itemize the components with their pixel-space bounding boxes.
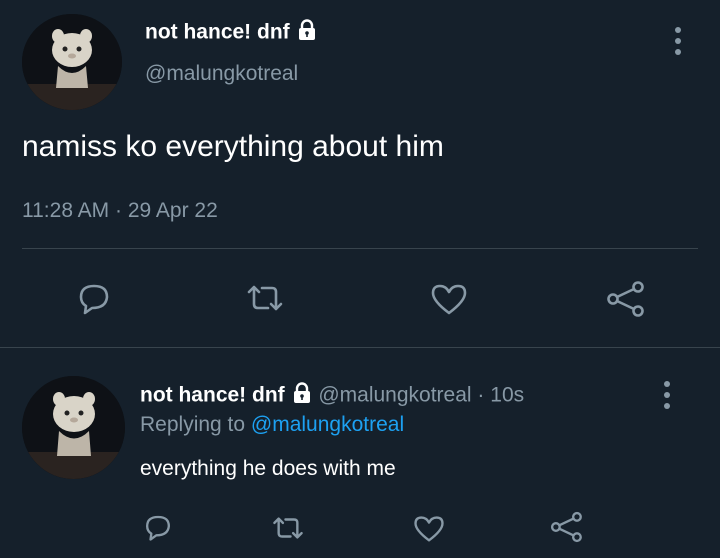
reply-icon[interactable] <box>143 512 173 542</box>
section-divider <box>0 347 720 348</box>
tweet-text: everything he does with me <box>140 457 396 480</box>
share-icon[interactable] <box>549 511 583 543</box>
lock-icon <box>291 382 313 410</box>
lock-icon <box>296 19 318 47</box>
date[interactable]: 29 Apr 22 <box>128 199 218 222</box>
tweet-text: namiss ko everything about him <box>22 130 444 163</box>
more-options-icon[interactable] <box>670 26 686 56</box>
like-icon[interactable] <box>413 514 445 543</box>
replying-to-label: Replying to <box>140 413 246 436</box>
time[interactable]: 11:28 AM <box>22 199 109 222</box>
timestamp[interactable]: 11:28 AM · 29 Apr 22 <box>22 199 218 223</box>
divider <box>22 248 698 249</box>
replying-to-handle[interactable]: @malungkotreal <box>251 413 404 436</box>
like-icon[interactable] <box>430 282 468 316</box>
handle[interactable]: @malungkotreal <box>318 384 471 407</box>
avatar[interactable] <box>22 14 122 110</box>
reply-header: not hance! dnf @malungkotreal · 10s <box>140 382 524 410</box>
share-icon[interactable] <box>605 280 645 318</box>
handle[interactable]: @malungkotreal <box>145 62 298 86</box>
replying-to: Replying to @malungkotreal <box>140 413 404 437</box>
reply-icon[interactable] <box>76 280 112 316</box>
display-name[interactable]: not hance! dnf <box>140 384 285 407</box>
display-name-text[interactable]: not hance! dnf <box>145 21 290 44</box>
separator: · <box>477 383 485 407</box>
retweet-icon[interactable] <box>245 282 285 314</box>
display-name[interactable]: not hance! dnf <box>145 19 318 47</box>
avatar[interactable] <box>22 376 125 479</box>
separator: · <box>115 199 123 222</box>
more-options-icon[interactable] <box>659 380 675 410</box>
tweet-age[interactable]: 10s <box>490 384 524 407</box>
retweet-icon[interactable] <box>271 514 305 542</box>
